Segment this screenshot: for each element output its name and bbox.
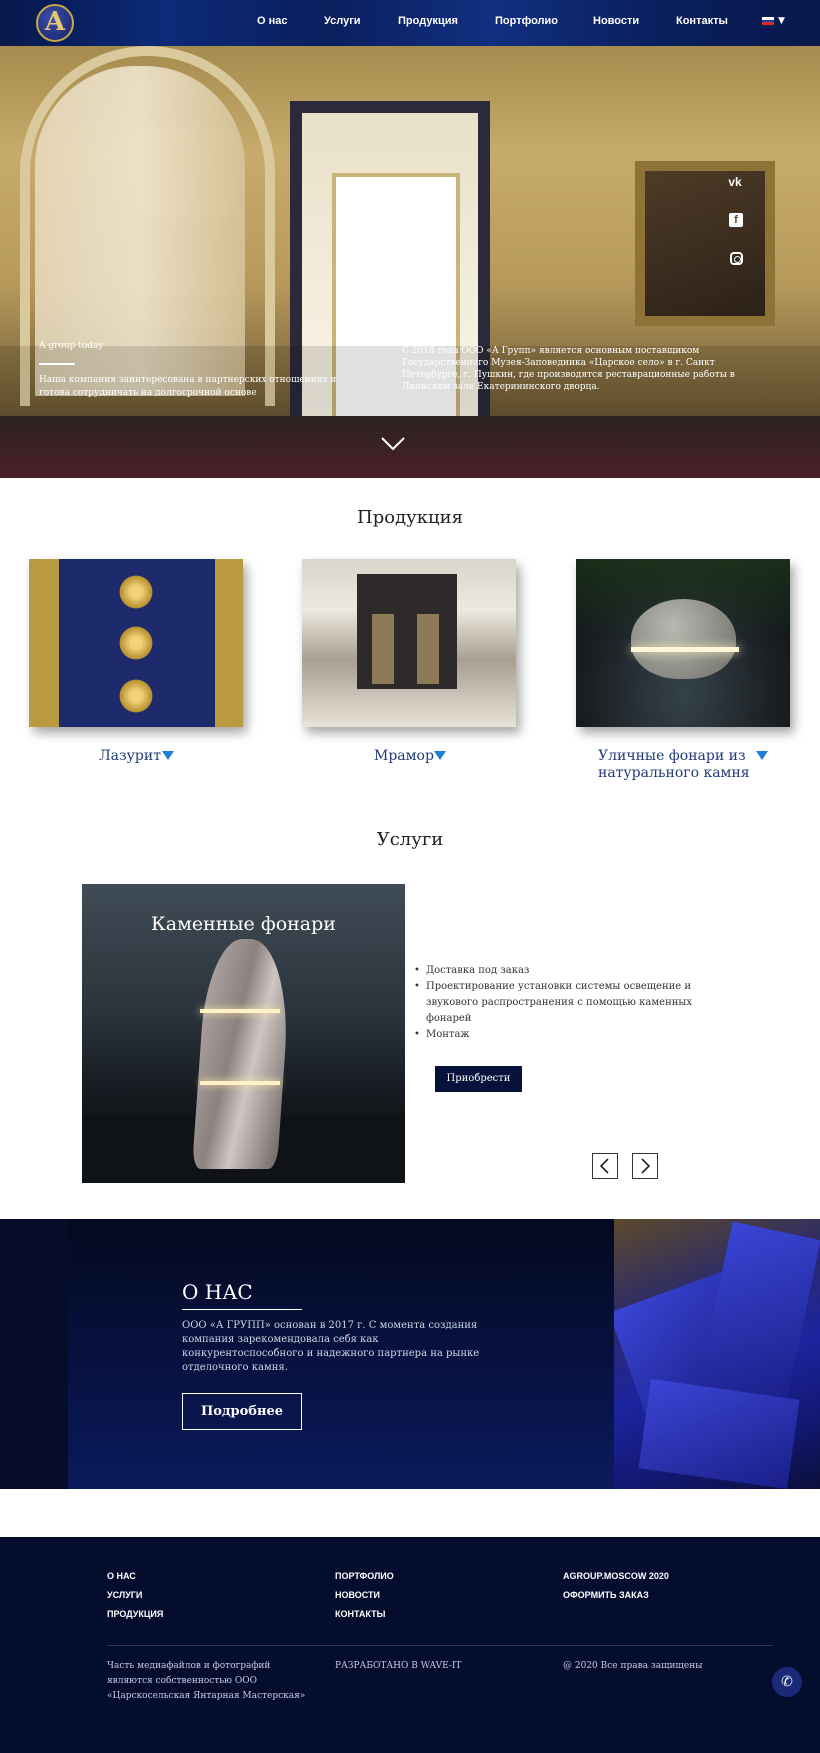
- chevron-down-icon[interactable]: [381, 437, 405, 451]
- buy-button[interactable]: Приобрести: [435, 1066, 522, 1092]
- footer-divider: [107, 1645, 773, 1646]
- russia-flag-icon: [762, 17, 774, 26]
- product-label-marble[interactable]: Мрамор: [374, 748, 434, 765]
- footer-site-link[interactable]: AGROUP.MOSCOW 2020: [563, 1571, 669, 1581]
- footer-link-portfolio[interactable]: ПОРТФОЛИО: [335, 1571, 394, 1581]
- nav-item-about[interactable]: О нас: [257, 15, 288, 27]
- triangle-down-icon[interactable]: [756, 751, 768, 760]
- footer-link-contacts[interactable]: КОНТАКТЫ: [335, 1609, 385, 1619]
- product-label-line: Уличные фонари из: [598, 748, 746, 764]
- nav-item-services[interactable]: Услуги: [324, 15, 361, 27]
- footer-order-link[interactable]: ОФОРМИТЬ ЗАКАЗ: [563, 1590, 649, 1600]
- service-slide-image: Каменные фонари: [82, 884, 405, 1183]
- triangle-down-icon[interactable]: [162, 751, 174, 760]
- nav-item-portfolio[interactable]: Портфолио: [495, 15, 558, 27]
- product-image-marble[interactable]: [302, 559, 516, 727]
- products-title: Продукция: [357, 507, 463, 528]
- chevron-right-icon: [641, 1158, 651, 1174]
- hero-floor-decor: [0, 416, 820, 478]
- facebook-icon[interactable]: f: [729, 213, 743, 227]
- chevron-left-icon: [599, 1158, 609, 1174]
- service-features-list: Доставка под заказ Проектирование устано…: [414, 963, 714, 1043]
- footer-link-news[interactable]: НОВОСТИ: [335, 1590, 380, 1600]
- site-header: A О нас Услуги Продукция Портфолио Новос…: [0, 0, 820, 46]
- triangle-down-icon[interactable]: [434, 751, 446, 760]
- product-image-lazurite[interactable]: [29, 559, 243, 727]
- slider-prev-button[interactable]: [592, 1153, 618, 1179]
- list-item: Доставка под заказ: [414, 963, 714, 979]
- about-title: О НАС: [182, 1280, 253, 1304]
- language-switcher[interactable]: ▼: [762, 16, 785, 26]
- service-slide-title: Каменные фонари: [151, 913, 336, 935]
- vk-icon[interactable]: vk: [726, 173, 744, 191]
- hero-painting-decor: [635, 161, 775, 326]
- more-button[interactable]: Подробнее: [182, 1393, 302, 1430]
- product-label-line: натурального камня: [598, 765, 750, 781]
- caret-down-icon: ▼: [778, 16, 785, 26]
- footer-link-about[interactable]: О НАС: [107, 1571, 136, 1581]
- instagram-icon[interactable]: [730, 252, 743, 265]
- footer-copyright-note: Часть медиафайлов и фотографий являются …: [107, 1661, 306, 1701]
- list-item: Монтаж: [414, 1027, 714, 1043]
- slider-next-button[interactable]: [632, 1153, 658, 1179]
- footer-link-services[interactable]: УСЛУГИ: [107, 1590, 142, 1600]
- hero-right-text: С 2018 года ООО «А Групп» является основ…: [402, 346, 735, 392]
- hero-banner: [0, 46, 820, 478]
- nav-item-contacts[interactable]: Контакты: [676, 15, 728, 27]
- footer-link-products[interactable]: ПРОДУКЦИЯ: [107, 1609, 163, 1619]
- product-label-street-lamps[interactable]: Уличные фонари из натурального камня: [598, 748, 750, 782]
- about-lazurite-image: [614, 1219, 820, 1489]
- footer-developer-link[interactable]: РАЗРАБОТАНО В WAVE-IT: [335, 1659, 461, 1674]
- nav-item-products[interactable]: Продукция: [398, 15, 458, 27]
- hero-left-divider: [39, 363, 75, 365]
- phone-icon[interactable]: ✆: [772, 1667, 802, 1697]
- list-item: Проектирование установки системы освещен…: [414, 979, 714, 1027]
- services-title: Услуги: [376, 829, 444, 850]
- product-image-street-lamps[interactable]: [576, 559, 790, 727]
- hero-left-title: A group today: [39, 341, 104, 351]
- footer-rights: @ 2020 Все права защищены: [563, 1661, 703, 1671]
- logo[interactable]: A: [36, 4, 74, 42]
- about-text: ООО «А ГРУПП» основан в 2017 г. С момент…: [182, 1320, 480, 1373]
- nav-item-news[interactable]: Новости: [593, 15, 639, 27]
- about-divider: [182, 1309, 302, 1310]
- product-label-lazurite[interactable]: Лазурит: [99, 748, 161, 765]
- hero-left-text: Наша компания заинтересована в партнерск…: [39, 375, 337, 398]
